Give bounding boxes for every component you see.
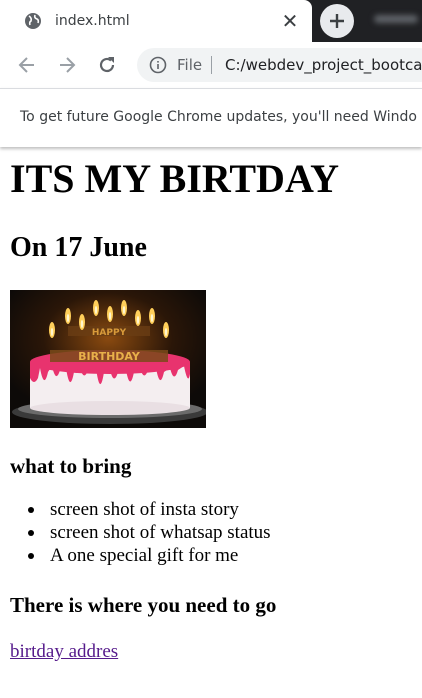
browser-toolbar: File C:/webdev_project_bootca	[0, 42, 422, 88]
new-tab-button[interactable]	[320, 4, 354, 38]
bring-list: screen shot of insta story screen shot o…	[10, 498, 422, 567]
svg-text:BIRTHDAY: BIRTHDAY	[78, 350, 141, 363]
url-separator	[211, 56, 212, 74]
update-infobar: To get future Google Chrome updates, you…	[0, 88, 422, 147]
tab-title: index.html	[55, 13, 130, 29]
list-item: screen shot of whatsap status	[28, 521, 422, 544]
location-heading: There is where you need to go	[10, 593, 277, 617]
infobar-message: To get future Google Chrome updates, you…	[20, 109, 417, 125]
address-link[interactable]: birtday addres	[10, 641, 118, 663]
list-item: A one special gift for me	[28, 544, 422, 567]
birthday-cake-image: BIRTHDAY HAPPY	[10, 290, 206, 428]
active-tab[interactable]: index.html ✕	[0, 0, 312, 42]
bring-heading: what to bring	[10, 454, 132, 478]
url-text[interactable]: C:/webdev_project_bootca	[225, 56, 422, 74]
page-title: ITS MY BIRTDAY	[10, 156, 340, 201]
reload-icon[interactable]	[96, 54, 118, 76]
back-arrow-icon[interactable]	[16, 54, 38, 76]
forward-arrow-icon[interactable]	[56, 54, 78, 76]
globe-icon	[24, 12, 42, 30]
info-icon[interactable]	[149, 56, 167, 74]
address-bar[interactable]: File C:/webdev_project_bootca	[137, 48, 422, 82]
svg-text:HAPPY: HAPPY	[92, 328, 127, 338]
new-tab-plus-icon	[330, 14, 344, 28]
background-tab[interactable]	[366, 10, 422, 28]
close-tab-icon[interactable]: ✕	[280, 11, 300, 31]
list-item: screen shot of insta story	[28, 498, 422, 521]
tab-strip: index.html ✕	[0, 0, 422, 42]
page-subtitle: On 17 June	[10, 232, 147, 263]
page-content: ITS MY BIRTDAY On 17 June BIRTHDAY HAPPY	[10, 148, 422, 663]
url-scheme: File	[177, 56, 203, 74]
